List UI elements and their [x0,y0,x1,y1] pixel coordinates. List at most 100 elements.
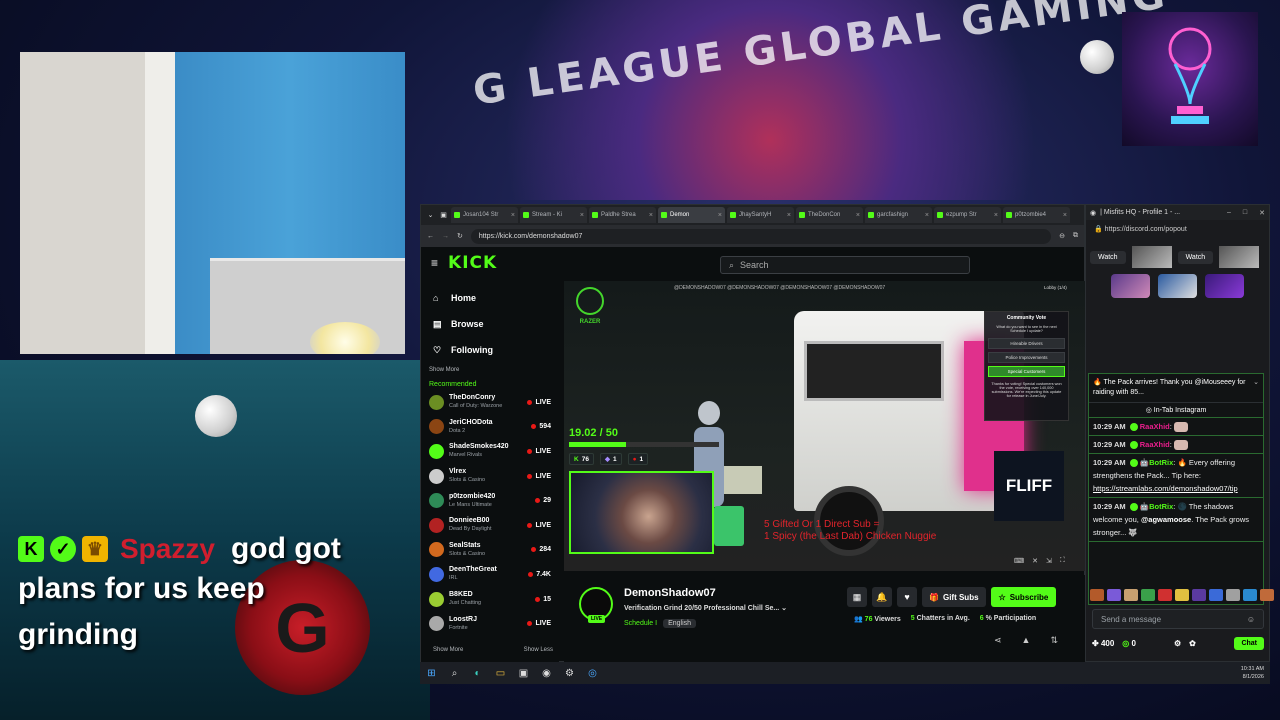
recommended-channel[interactable]: DonnieeB00 Dead By Daylight LIVE [429,513,551,538]
emote-icon[interactable] [1175,589,1189,601]
user-mention[interactable]: @agwamoose [1141,515,1191,524]
chat-username[interactable]: RaaXhid [1140,440,1170,449]
in-tab-instagram[interactable]: ◎ In-Tab Instagram [1089,403,1263,418]
browser-tab[interactable]: JhaySantyH × [727,207,794,223]
emote-icon[interactable] [1090,589,1104,601]
emote-icon[interactable] [1107,589,1121,601]
settings-icon[interactable]: ⚙ [564,668,575,679]
search-input[interactable]: ⌕ Search [720,256,970,274]
browser-tab[interactable]: Paldhe Strea × [589,207,656,223]
site-settings-icon[interactable]: ⊖ [1059,232,1065,240]
sidebar-item-browse[interactable]: ▤ Browse [429,311,551,337]
windows-start-icon[interactable]: ⊞ [426,668,437,679]
chevron-down-icon[interactable]: ⌄ [781,605,787,612]
fullscreen-icon[interactable]: ⛶ [1060,557,1065,565]
show-more-following[interactable]: Show More [429,367,551,373]
emote-icon[interactable] [1226,589,1240,601]
close-icon[interactable]: × [580,212,584,219]
heart-icon[interactable]: ♥ [897,587,917,607]
obs-icon[interactable]: ◉ [541,668,552,679]
watch-button[interactable]: Watch [1177,250,1214,264]
forward-icon[interactable]: → [442,233,449,240]
calendar-icon[interactable]: ▦ [847,587,867,607]
recommended-channel[interactable]: p0tzombie420 Le Mans Ultimate 29 [429,488,551,513]
stream-thumbnail[interactable] [1219,246,1260,268]
zero-display[interactable]: ◎ 0 [1122,639,1136,648]
extensions-icon[interactable]: ⧉ [1073,232,1078,240]
language-tag[interactable]: English [663,619,697,628]
clip-icon[interactable]: ⌨ [1014,557,1024,565]
emote-icon[interactable] [1158,589,1172,601]
close-icon[interactable]: × [718,212,722,219]
recommended-channel[interactable]: DeenTheGreat IRL 7.4K [429,562,551,587]
emote-icon[interactable] [1260,589,1274,601]
chat-username[interactable]: BotRix [1149,502,1173,511]
kick-logo[interactable]: KICK [448,253,497,273]
maximize-icon[interactable]: □ [1243,209,1247,217]
tab-group-icon[interactable]: ▣ [438,210,449,221]
close-icon[interactable]: × [925,212,929,219]
chat-username[interactable]: RaaXhid [1140,422,1170,431]
browser-tab[interactable]: p0tzombie4 × [1003,207,1070,223]
chrome-icon[interactable]: ◎ [587,668,598,679]
show-less-recommended[interactable]: Show Less [524,647,553,653]
tip-link[interactable]: https://streamlabs.com/demonshadow07/tip [1093,484,1238,493]
browser-tab[interactable]: Stream - Ki × [520,207,587,223]
edge-icon[interactable]: ◐ [472,668,483,679]
bell-icon[interactable]: 🔔 [872,587,892,607]
minimize-icon[interactable]: – [1227,209,1231,217]
recommended-channel[interactable]: SealStats Slots & Casino 284 [429,538,551,563]
chat-send-button[interactable]: Chat [1234,637,1264,650]
chevron-down-icon[interactable]: ⌄ [1253,378,1259,398]
close-icon[interactable]: × [649,212,653,219]
theater-icon[interactable]: ✕ [1032,557,1038,565]
recommended-channel[interactable]: B8KED Just Chatting 15 [429,587,551,612]
reload-icon[interactable]: ↻ [457,232,463,240]
store-icon[interactable]: ▣ [518,668,529,679]
sidebar-item-following[interactable]: ♡ Following [429,337,551,363]
gift-icon[interactable]: ✿ [1189,639,1196,648]
gift-subs-button[interactable]: 🎁 Gift Subs [922,587,986,607]
close-icon[interactable]: × [787,212,791,219]
taskbar-clock[interactable]: 10:31 AM 8/1/2026 [1241,665,1264,681]
search-icon[interactable]: ⌕ [449,668,460,679]
recommended-channel[interactable]: ShadeSmokes420 Marvel Rivals LIVE [429,439,551,464]
emote-icon[interactable] [1209,589,1223,601]
url-field[interactable]: https://kick.com/demonshadow07 [470,228,1052,244]
share-icon[interactable]: ⋖ [994,635,1002,646]
recommended-channel[interactable]: Vlrex Slots & Casino LIVE [429,464,551,489]
browser-tab-active[interactable]: Demon × [658,207,725,223]
close-icon[interactable]: × [856,212,860,219]
back-icon[interactable]: ← [427,233,434,240]
chat-input[interactable]: Send a message ☺ [1092,609,1264,629]
watch-button[interactable]: Watch [1090,250,1126,264]
browser-tab[interactable]: garcfashign × [865,207,932,223]
category-link[interactable]: Schedule I [624,620,657,627]
pip-icon[interactable]: ⇲ [1046,557,1052,565]
settings-icon[interactable]: ⚙ [1174,639,1181,648]
emote-icon[interactable] [1124,589,1138,601]
recommended-channel[interactable]: TheDonConry Call of Duty: Warzone LIVE [429,390,551,415]
user-avatar[interactable] [1111,274,1150,298]
browser-tab[interactable]: ezpump Str × [934,207,1001,223]
emoji-icon[interactable]: ☺ [1247,615,1255,624]
recommended-channel[interactable]: JeriCHODota Dota 2 594 [429,415,551,440]
sidebar-item-home[interactable]: ⌂ Home [429,285,551,311]
chat-username[interactable]: BotRix [1149,458,1173,467]
close-icon[interactable]: × [994,212,998,219]
stream-thumbnail[interactable] [1131,246,1172,268]
browser-tab[interactable]: TheDonCon × [796,207,863,223]
emote-icon[interactable] [1243,589,1257,601]
user-avatar[interactable] [1205,274,1244,298]
close-icon[interactable]: ✕ [1259,209,1265,217]
browser-tab[interactable]: Josan104 Str × [451,207,518,223]
show-more-recommended[interactable]: Show More [433,647,463,653]
emote-icon[interactable] [1192,589,1206,601]
video-player[interactable]: @DEMONSHADOW07 @DEMONSHADOW07 @DEMONSHAD… [564,281,1086,571]
close-icon[interactable]: × [1063,212,1067,219]
close-icon[interactable]: × [511,212,515,219]
tab-menu-icon[interactable]: ⌄ [425,210,436,221]
recommended-channel[interactable]: LoostRJ Fortnite LIVE [429,611,551,636]
file-explorer-icon[interactable]: ▭ [495,668,506,679]
user-avatar[interactable] [1158,274,1197,298]
